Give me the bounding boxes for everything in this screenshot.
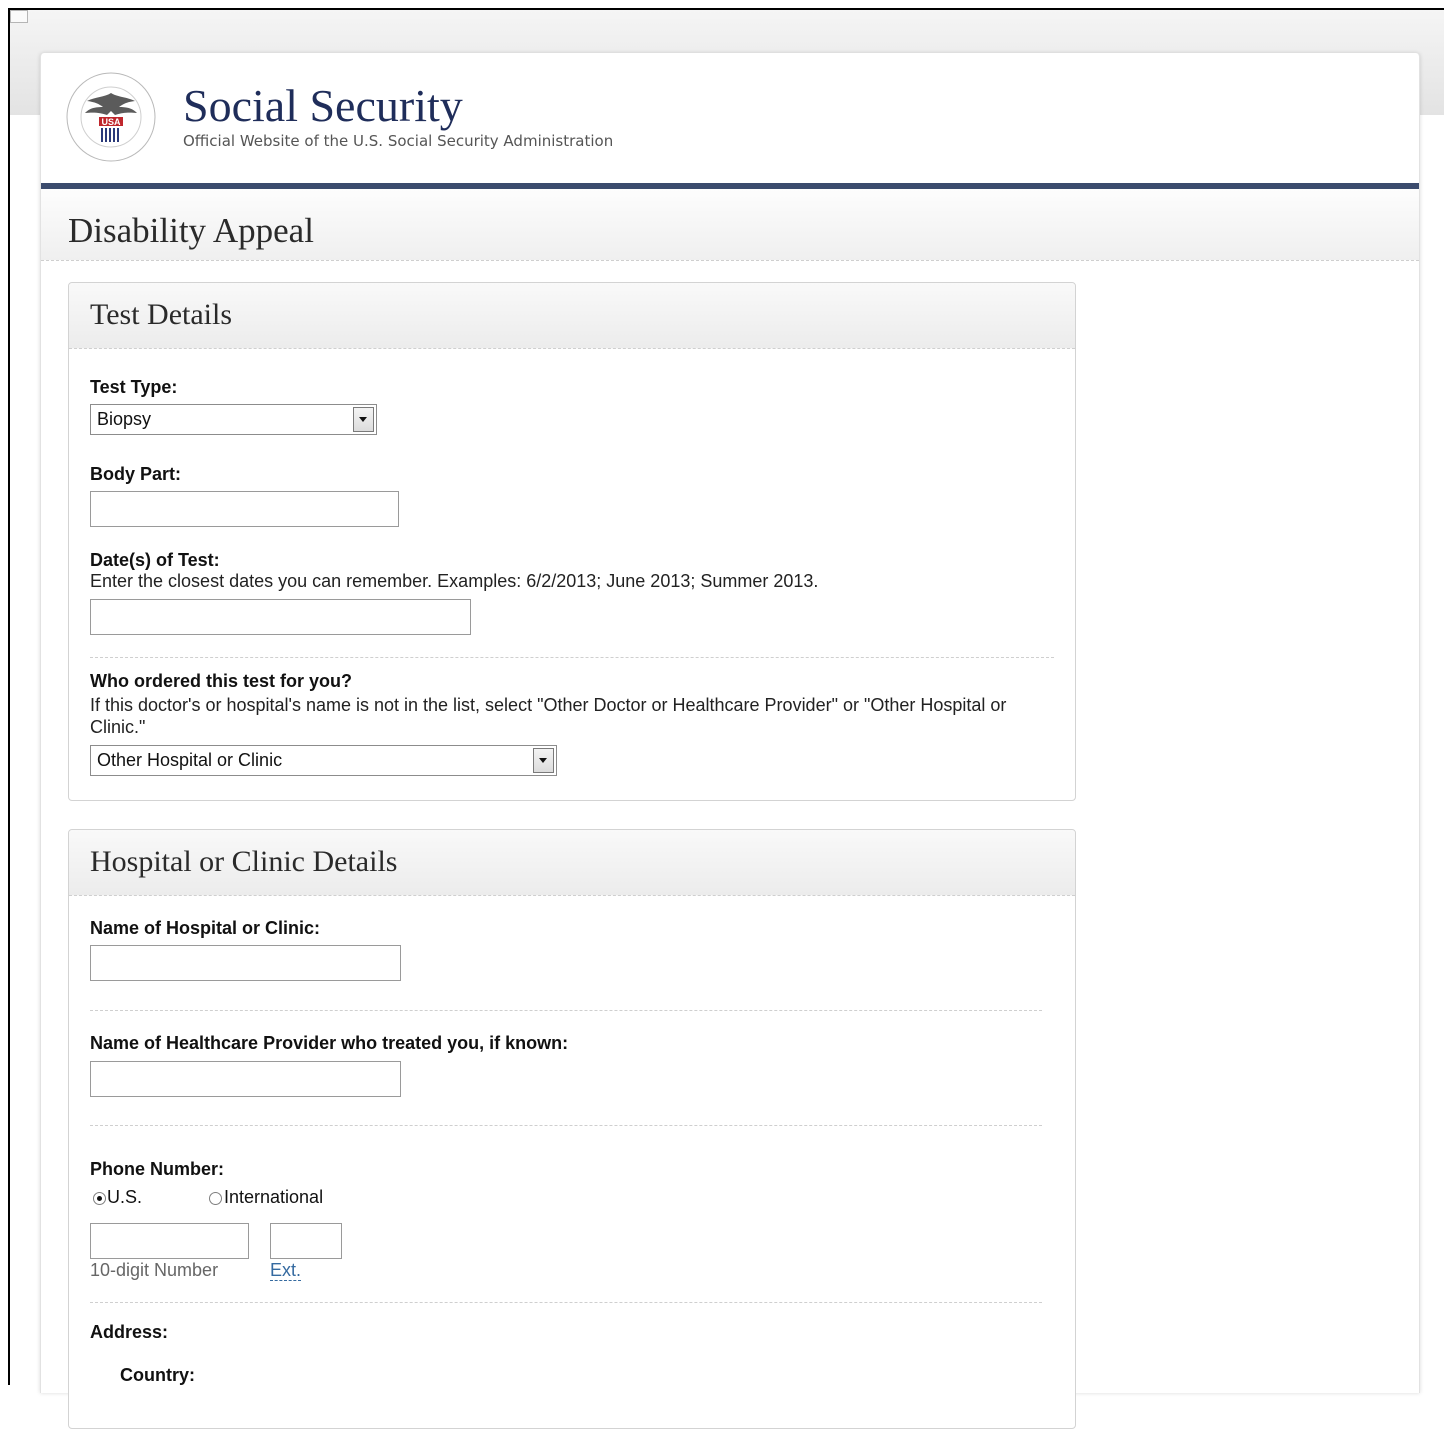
dates-input[interactable] — [90, 599, 471, 635]
dropdown-arrow-icon[interactable] — [353, 407, 374, 432]
country-label: Country: — [120, 1365, 195, 1385]
phone-international-label[interactable]: International — [224, 1187, 323, 1208]
address-label: Address: — [90, 1322, 169, 1342]
section-divider — [90, 1010, 1042, 1011]
page-title-bar: Disability Appeal — [41, 189, 1419, 261]
hospital-name-input[interactable] — [90, 945, 401, 981]
ssa-seal-logo[interactable]: USA — [65, 71, 157, 163]
test-type-label: Test Type: — [90, 377, 178, 397]
test-type-select[interactable]: Biopsy — [90, 404, 377, 435]
seal-text: USA — [101, 117, 121, 127]
hospital-details-heading: Hospital or Clinic Details — [90, 845, 398, 878]
phone-number-input[interactable] — [90, 1223, 249, 1259]
provider-name-input[interactable] — [90, 1061, 401, 1097]
hospital-name-label: Name of Hospital or Clinic: — [90, 918, 321, 938]
ordered-by-label: Who ordered this test for you? — [90, 671, 353, 691]
hospital-details-panel: Hospital or Clinic Details Name of Hospi… — [68, 829, 1076, 1429]
site-title[interactable]: Social Security — [183, 79, 463, 132]
ordered-by-select[interactable]: Other Hospital or Clinic — [90, 745, 557, 776]
dates-help-text: Enter the closest dates you can remember… — [90, 571, 819, 591]
phone-ext-input[interactable] — [270, 1223, 342, 1259]
site-subtitle: Official Website of the U.S. Social Secu… — [183, 132, 614, 150]
test-type-value: Biopsy — [97, 409, 152, 429]
window-corner-checkbox[interactable] — [10, 10, 28, 23]
test-details-panel: Test Details Test Type: Biopsy Body Part… — [68, 282, 1076, 801]
page-container: USA Social Security Official Website of … — [40, 53, 1420, 1429]
provider-name-label: Name of Healthcare Provider who treated … — [90, 1033, 569, 1053]
phone-number-hint: 10-digit Number — [90, 1260, 219, 1280]
test-details-header: Test Details — [69, 283, 1075, 349]
phone-ext-abbr[interactable]: Ext. — [270, 1261, 302, 1281]
body-part-input[interactable] — [90, 491, 399, 527]
test-details-heading: Test Details — [90, 298, 233, 331]
phone-us-radio[interactable] — [93, 1192, 106, 1205]
ordered-by-value: Other Hospital or Clinic — [97, 750, 283, 770]
page-title: Disability Appeal — [68, 211, 314, 250]
phone-us-label[interactable]: U.S. — [107, 1187, 142, 1208]
phone-international-radio[interactable] — [209, 1192, 222, 1205]
site-header: USA Social Security Official Website of … — [41, 53, 1419, 183]
body-part-label: Body Part: — [90, 464, 182, 484]
dropdown-arrow-icon[interactable] — [533, 748, 554, 773]
section-divider — [90, 657, 1054, 658]
hospital-details-header: Hospital or Clinic Details — [69, 830, 1075, 896]
ordered-by-help-text: If this doctor's or hospital's name is n… — [90, 695, 1007, 737]
section-divider — [90, 1125, 1042, 1126]
phone-label: Phone Number: — [90, 1159, 225, 1179]
section-divider — [90, 1302, 1042, 1303]
dates-label: Date(s) of Test: — [90, 550, 220, 570]
